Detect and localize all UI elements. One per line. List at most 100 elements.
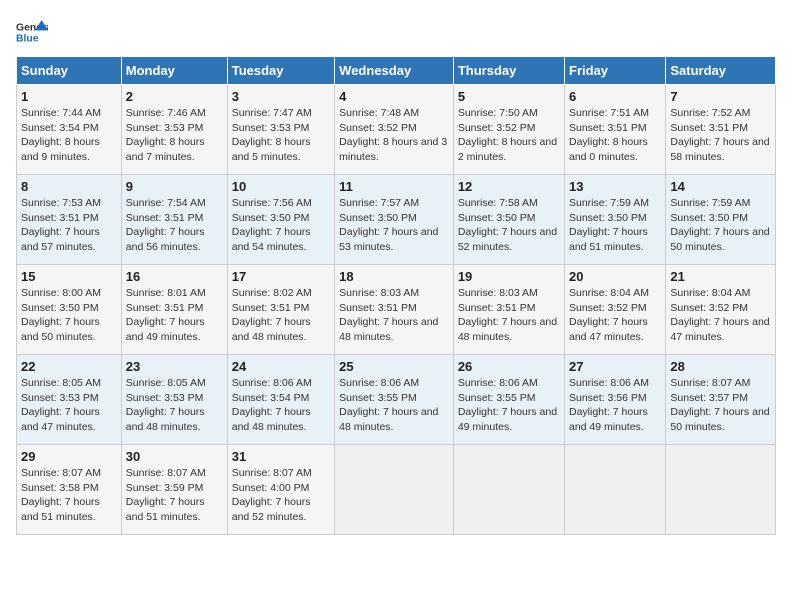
calendar-cell: 13 Sunrise: 7:59 AMSunset: 3:50 PMDaylig… [565, 175, 666, 265]
calendar-cell [453, 445, 564, 535]
day-number: 16 [126, 269, 223, 284]
day-number: 17 [232, 269, 330, 284]
calendar-cell: 4 Sunrise: 7:48 AMSunset: 3:52 PMDayligh… [335, 85, 454, 175]
header-saturday: Saturday [666, 57, 776, 85]
header-sunday: Sunday [17, 57, 122, 85]
calendar-cell: 3 Sunrise: 7:47 AMSunset: 3:53 PMDayligh… [227, 85, 334, 175]
day-number: 10 [232, 179, 330, 194]
calendar-cell: 5 Sunrise: 7:50 AMSunset: 3:52 PMDayligh… [453, 85, 564, 175]
day-info: Sunrise: 7:48 AMSunset: 3:52 PMDaylight:… [339, 107, 447, 163]
day-info: Sunrise: 8:07 AMSunset: 4:00 PMDaylight:… [232, 467, 312, 523]
calendar-cell: 28 Sunrise: 8:07 AMSunset: 3:57 PMDaylig… [666, 355, 776, 445]
week-row-1: 1 Sunrise: 7:44 AMSunset: 3:54 PMDayligh… [17, 85, 776, 175]
day-number: 13 [569, 179, 661, 194]
header-thursday: Thursday [453, 57, 564, 85]
day-info: Sunrise: 7:59 AMSunset: 3:50 PMDaylight:… [670, 197, 769, 253]
day-info: Sunrise: 8:04 AMSunset: 3:52 PMDaylight:… [569, 287, 649, 343]
day-number: 14 [670, 179, 771, 194]
calendar-cell: 22 Sunrise: 8:05 AMSunset: 3:53 PMDaylig… [17, 355, 122, 445]
day-number: 15 [21, 269, 117, 284]
day-number: 4 [339, 89, 449, 104]
header-tuesday: Tuesday [227, 57, 334, 85]
day-info: Sunrise: 7:57 AMSunset: 3:50 PMDaylight:… [339, 197, 438, 253]
week-row-5: 29 Sunrise: 8:07 AMSunset: 3:58 PMDaylig… [17, 445, 776, 535]
calendar-cell: 8 Sunrise: 7:53 AMSunset: 3:51 PMDayligh… [17, 175, 122, 265]
day-info: Sunrise: 8:05 AMSunset: 3:53 PMDaylight:… [126, 377, 206, 433]
calendar-cell: 7 Sunrise: 7:52 AMSunset: 3:51 PMDayligh… [666, 85, 776, 175]
day-info: Sunrise: 7:44 AMSunset: 3:54 PMDaylight:… [21, 107, 101, 163]
calendar-cell: 24 Sunrise: 8:06 AMSunset: 3:54 PMDaylig… [227, 355, 334, 445]
day-info: Sunrise: 7:51 AMSunset: 3:51 PMDaylight:… [569, 107, 649, 163]
day-info: Sunrise: 8:06 AMSunset: 3:55 PMDaylight:… [458, 377, 557, 433]
calendar-cell: 23 Sunrise: 8:05 AMSunset: 3:53 PMDaylig… [121, 355, 227, 445]
day-number: 23 [126, 359, 223, 374]
day-number: 26 [458, 359, 560, 374]
calendar-cell: 18 Sunrise: 8:03 AMSunset: 3:51 PMDaylig… [335, 265, 454, 355]
day-info: Sunrise: 8:07 AMSunset: 3:58 PMDaylight:… [21, 467, 101, 523]
calendar-cell: 30 Sunrise: 8:07 AMSunset: 3:59 PMDaylig… [121, 445, 227, 535]
calendar-cell [335, 445, 454, 535]
day-info: Sunrise: 7:54 AMSunset: 3:51 PMDaylight:… [126, 197, 206, 253]
day-number: 7 [670, 89, 771, 104]
day-number: 25 [339, 359, 449, 374]
calendar-cell: 2 Sunrise: 7:46 AMSunset: 3:53 PMDayligh… [121, 85, 227, 175]
day-number: 29 [21, 449, 117, 464]
day-info: Sunrise: 7:53 AMSunset: 3:51 PMDaylight:… [21, 197, 101, 253]
week-row-4: 22 Sunrise: 8:05 AMSunset: 3:53 PMDaylig… [17, 355, 776, 445]
day-info: Sunrise: 8:06 AMSunset: 3:54 PMDaylight:… [232, 377, 312, 433]
calendar-cell: 16 Sunrise: 8:01 AMSunset: 3:51 PMDaylig… [121, 265, 227, 355]
header: General Blue [16, 16, 776, 48]
day-number: 3 [232, 89, 330, 104]
day-info: Sunrise: 7:56 AMSunset: 3:50 PMDaylight:… [232, 197, 312, 253]
header-row: SundayMondayTuesdayWednesdayThursdayFrid… [17, 57, 776, 85]
day-number: 11 [339, 179, 449, 194]
day-info: Sunrise: 7:46 AMSunset: 3:53 PMDaylight:… [126, 107, 206, 163]
calendar-cell: 29 Sunrise: 8:07 AMSunset: 3:58 PMDaylig… [17, 445, 122, 535]
day-number: 19 [458, 269, 560, 284]
calendar-cell: 17 Sunrise: 8:02 AMSunset: 3:51 PMDaylig… [227, 265, 334, 355]
day-info: Sunrise: 8:01 AMSunset: 3:51 PMDaylight:… [126, 287, 206, 343]
week-row-3: 15 Sunrise: 8:00 AMSunset: 3:50 PMDaylig… [17, 265, 776, 355]
calendar-cell: 6 Sunrise: 7:51 AMSunset: 3:51 PMDayligh… [565, 85, 666, 175]
day-info: Sunrise: 8:07 AMSunset: 3:59 PMDaylight:… [126, 467, 206, 523]
day-number: 20 [569, 269, 661, 284]
logo: General Blue [16, 16, 48, 48]
calendar-cell: 14 Sunrise: 7:59 AMSunset: 3:50 PMDaylig… [666, 175, 776, 265]
calendar-cell: 1 Sunrise: 7:44 AMSunset: 3:54 PMDayligh… [17, 85, 122, 175]
day-info: Sunrise: 7:59 AMSunset: 3:50 PMDaylight:… [569, 197, 649, 253]
calendar-cell [666, 445, 776, 535]
day-number: 8 [21, 179, 117, 194]
calendar-table: SundayMondayTuesdayWednesdayThursdayFrid… [16, 56, 776, 535]
day-info: Sunrise: 8:03 AMSunset: 3:51 PMDaylight:… [339, 287, 438, 343]
day-number: 18 [339, 269, 449, 284]
day-info: Sunrise: 8:03 AMSunset: 3:51 PMDaylight:… [458, 287, 557, 343]
logo-icon: General Blue [16, 16, 48, 48]
calendar-cell: 12 Sunrise: 7:58 AMSunset: 3:50 PMDaylig… [453, 175, 564, 265]
day-number: 22 [21, 359, 117, 374]
week-row-2: 8 Sunrise: 7:53 AMSunset: 3:51 PMDayligh… [17, 175, 776, 265]
day-info: Sunrise: 8:02 AMSunset: 3:51 PMDaylight:… [232, 287, 312, 343]
day-number: 24 [232, 359, 330, 374]
calendar-cell: 26 Sunrise: 8:06 AMSunset: 3:55 PMDaylig… [453, 355, 564, 445]
day-info: Sunrise: 8:05 AMSunset: 3:53 PMDaylight:… [21, 377, 101, 433]
day-info: Sunrise: 8:06 AMSunset: 3:55 PMDaylight:… [339, 377, 438, 433]
calendar-cell: 25 Sunrise: 8:06 AMSunset: 3:55 PMDaylig… [335, 355, 454, 445]
calendar-cell: 15 Sunrise: 8:00 AMSunset: 3:50 PMDaylig… [17, 265, 122, 355]
day-info: Sunrise: 8:00 AMSunset: 3:50 PMDaylight:… [21, 287, 101, 343]
calendar-cell: 31 Sunrise: 8:07 AMSunset: 4:00 PMDaylig… [227, 445, 334, 535]
day-info: Sunrise: 7:47 AMSunset: 3:53 PMDaylight:… [232, 107, 312, 163]
day-number: 5 [458, 89, 560, 104]
day-number: 30 [126, 449, 223, 464]
day-info: Sunrise: 8:04 AMSunset: 3:52 PMDaylight:… [670, 287, 769, 343]
day-info: Sunrise: 7:58 AMSunset: 3:50 PMDaylight:… [458, 197, 557, 253]
header-friday: Friday [565, 57, 666, 85]
day-info: Sunrise: 8:06 AMSunset: 3:56 PMDaylight:… [569, 377, 649, 433]
day-info: Sunrise: 7:52 AMSunset: 3:51 PMDaylight:… [670, 107, 769, 163]
calendar-cell: 21 Sunrise: 8:04 AMSunset: 3:52 PMDaylig… [666, 265, 776, 355]
calendar-cell: 27 Sunrise: 8:06 AMSunset: 3:56 PMDaylig… [565, 355, 666, 445]
day-info: Sunrise: 8:07 AMSunset: 3:57 PMDaylight:… [670, 377, 769, 433]
day-number: 6 [569, 89, 661, 104]
calendar-cell: 9 Sunrise: 7:54 AMSunset: 3:51 PMDayligh… [121, 175, 227, 265]
day-number: 27 [569, 359, 661, 374]
calendar-cell: 10 Sunrise: 7:56 AMSunset: 3:50 PMDaylig… [227, 175, 334, 265]
